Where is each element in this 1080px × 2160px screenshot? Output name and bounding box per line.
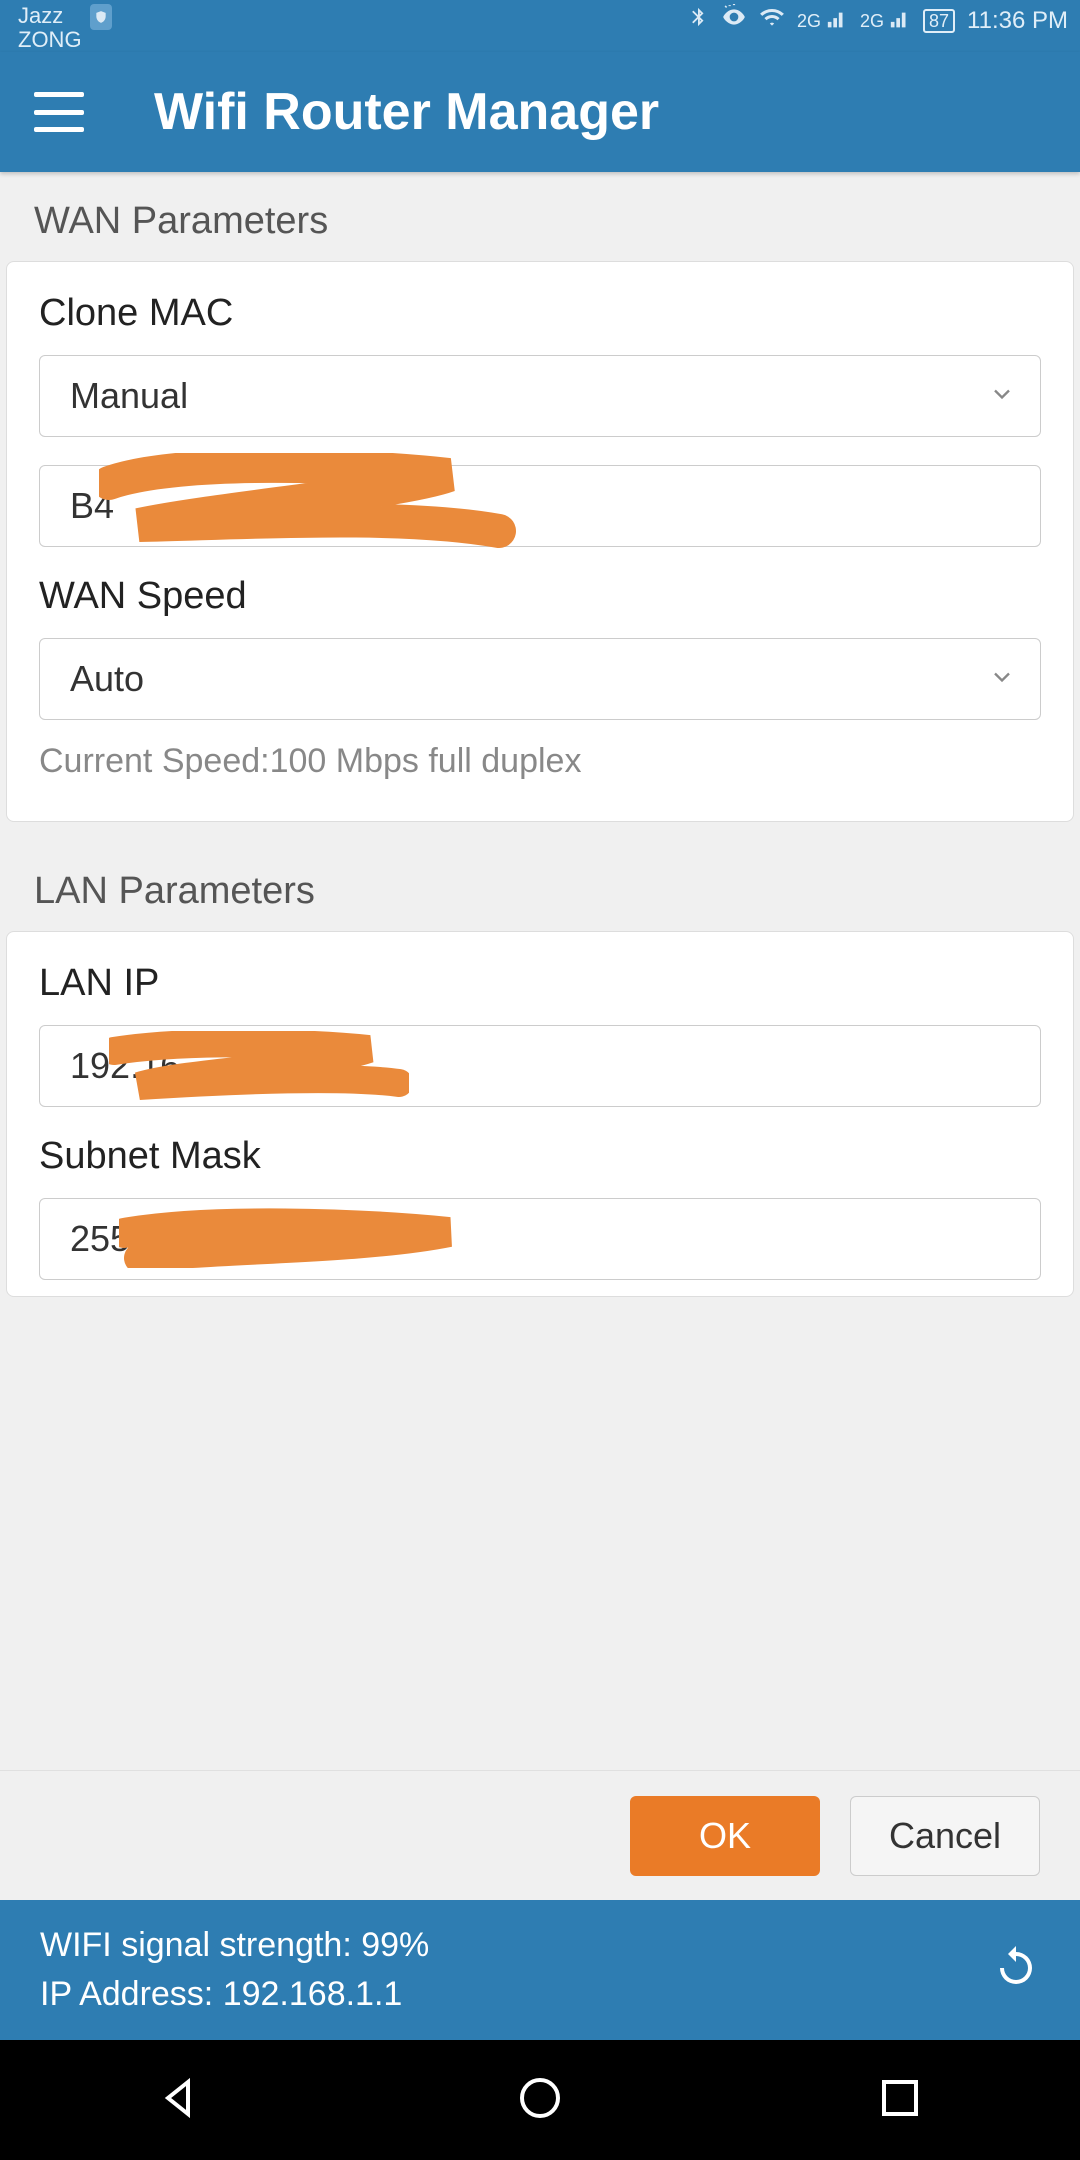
refresh-icon[interactable] <box>992 1944 1040 1997</box>
back-button[interactable] <box>156 2074 204 2127</box>
wifi-signal-text: WIFI signal strength: 99% <box>40 1921 429 1970</box>
action-bar: OK Cancel <box>0 1770 1080 1900</box>
wan-card: Clone MAC Manual B4 WAN Speed Auto <box>6 261 1074 822</box>
carrier-labels: Jazz ZONG <box>18 4 82 52</box>
recent-apps-button[interactable] <box>876 2074 924 2127</box>
footer-text: WIFI signal strength: 99% IP Address: 19… <box>40 1921 429 2020</box>
carrier-2: ZONG <box>18 28 82 52</box>
android-nav-bar <box>0 2040 1080 2160</box>
clone-mac-select-value: Manual <box>70 375 188 417</box>
menu-icon[interactable] <box>34 92 84 132</box>
clone-mac-select[interactable]: Manual <box>39 355 1041 437</box>
lan-ip-label: LAN IP <box>39 962 1041 1005</box>
current-speed-text: Current Speed:100 Mbps full duplex <box>39 742 1041 781</box>
eye-icon <box>721 4 747 37</box>
screen: Jazz ZONG 2G 2G <box>0 0 1080 2160</box>
status-bar: Jazz ZONG 2G 2G <box>0 0 1080 52</box>
subnet-mask-value: 255 <box>70 1218 130 1260</box>
clone-mac-label: Clone MAC <box>39 292 1041 335</box>
clock: 11:36 PM <box>967 7 1068 35</box>
signal-1: 2G <box>797 9 848 32</box>
battery-level: 87 <box>923 9 955 33</box>
chevron-down-icon <box>988 375 1016 417</box>
wan-speed-value: Auto <box>70 658 144 700</box>
cancel-button[interactable]: Cancel <box>850 1796 1040 1876</box>
subnet-mask-input[interactable]: 255 <box>39 1198 1041 1280</box>
wan-speed-select[interactable]: Auto <box>39 638 1041 720</box>
ok-button[interactable]: OK <box>630 1796 820 1876</box>
lan-ip-input[interactable]: 192.16 <box>39 1025 1041 1107</box>
bluetooth-icon <box>687 6 709 35</box>
wifi-icon <box>759 4 785 37</box>
lan-card: LAN IP 192.16 Subnet Mask 255 <box>6 931 1074 1297</box>
home-button[interactable] <box>516 2074 564 2127</box>
status-right: 2G 2G 87 11:36 PM <box>687 4 1068 37</box>
ip-address-text: IP Address: 192.168.1.1 <box>40 1970 429 2019</box>
app-title: Wifi Router Manager <box>154 82 659 142</box>
content[interactable]: WAN Parameters Clone MAC Manual B4 WAN S… <box>0 172 1080 1770</box>
status-left: Jazz ZONG <box>18 4 112 52</box>
chevron-down-icon <box>988 658 1016 700</box>
subnet-mask-label: Subnet Mask <box>39 1135 1041 1178</box>
carrier-1: Jazz <box>18 4 82 28</box>
app-bar: Wifi Router Manager <box>0 52 1080 172</box>
shield-icon <box>90 4 112 30</box>
clone-mac-value: B4 <box>70 485 114 527</box>
lan-section-title: LAN Parameters <box>6 842 1074 931</box>
lan-ip-value: 192.16 <box>70 1045 180 1087</box>
clone-mac-input[interactable]: B4 <box>39 465 1041 547</box>
wan-section-title: WAN Parameters <box>6 172 1074 261</box>
signal-2: 2G <box>860 9 911 32</box>
wan-speed-label: WAN Speed <box>39 575 1041 618</box>
footer-status: WIFI signal strength: 99% IP Address: 19… <box>0 1900 1080 2040</box>
